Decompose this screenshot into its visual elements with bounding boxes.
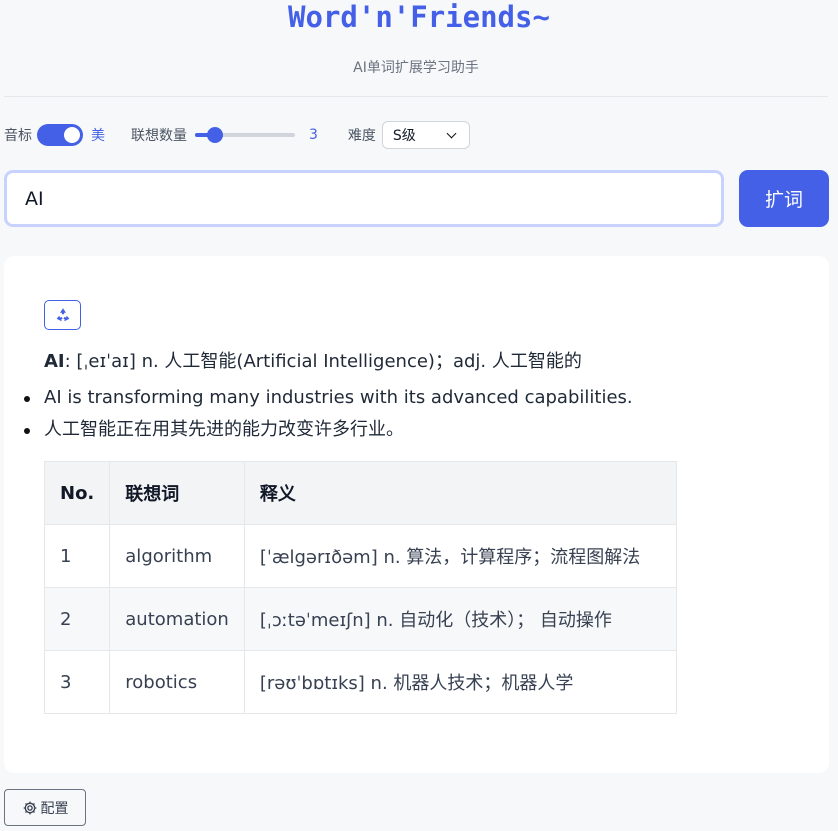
- cell-meaning: [ˌɔːtəˈmeɪʃn] n. 自动化（技术）； 自动操作: [243, 587, 677, 651]
- table-header-row: No. 联想词 释义: [43, 461, 677, 525]
- cell-word: algorithm: [109, 524, 245, 588]
- column-header-word: 联想词: [109, 461, 245, 525]
- result-card: AI: [ˌeɪˈaɪ] n. 人工智能(Artificial Intellig…: [4, 256, 829, 773]
- gear-icon: [23, 801, 36, 814]
- example-sentence-en: AI is transforming many industries with …: [4, 382, 633, 414]
- table-row: 1 algorithm [ˈælgərɪðəm] n. 算法，计算程序；流程图解…: [43, 524, 677, 588]
- cell-meaning: [ˈælgərɪðəm] n. 算法，计算程序；流程图解法: [243, 524, 677, 588]
- recycle-icon: [56, 308, 69, 322]
- cell-no: 3: [43, 650, 111, 714]
- refresh-button[interactable]: [44, 300, 81, 330]
- definition-text: : [ˌeɪˈaɪ] n. 人工智能(Artificial Intelligen…: [64, 351, 582, 372]
- cell-word: robotics: [109, 650, 245, 714]
- phonetic-label: 音标: [4, 128, 32, 144]
- count-label: 联想数量: [131, 128, 187, 144]
- difficulty-value: S级: [392, 128, 416, 144]
- example-sentence-zh: 人工智能正在用其先进的能力改变许多行业。: [4, 414, 633, 446]
- slider-thumb[interactable]: [207, 127, 223, 143]
- config-button[interactable]: 配置: [4, 789, 86, 826]
- cell-no: 1: [43, 524, 111, 588]
- controls-bar: 音标 美 联想数量 3 难度 S级: [4, 120, 470, 150]
- app-subtitle: AI单词扩展学习助手: [353, 60, 479, 76]
- phonetic-toggle[interactable]: [37, 124, 83, 146]
- difficulty-label: 难度: [347, 128, 376, 144]
- related-words-table: No. 联想词 释义 1 algorithm [ˈælgərɪðəm] n. 算…: [43, 461, 677, 714]
- headword: AI: [44, 351, 65, 372]
- difficulty-select[interactable]: S级: [381, 121, 470, 149]
- config-label: 配置: [40, 800, 69, 817]
- phonetic-option-label: 美: [91, 128, 105, 144]
- expand-button[interactable]: 扩词: [739, 170, 829, 227]
- chevron-down-icon: [446, 128, 457, 138]
- word-definition: AI: [ˌeɪˈaɪ] n. 人工智能(Artificial Intellig…: [44, 350, 582, 374]
- header-divider: [4, 96, 828, 97]
- toggle-knob: [64, 127, 80, 143]
- cell-word: automation: [109, 587, 245, 651]
- column-header-meaning: 释义: [243, 461, 677, 525]
- word-input[interactable]: [4, 170, 724, 227]
- cell-meaning: [rəʊˈbɒtɪks] n. 机器人技术；机器人学: [243, 650, 677, 714]
- column-header-no: No.: [43, 461, 111, 525]
- app-title: Word'n'Friends~: [288, 0, 550, 34]
- table-row: 3 robotics [rəʊˈbɒtɪks] n. 机器人技术；机器人学: [43, 650, 677, 714]
- examples-list: AI is transforming many industries with …: [4, 382, 633, 446]
- count-slider[interactable]: [195, 127, 295, 143]
- table-row: 2 automation [ˌɔːtəˈmeɪʃn] n. 自动化（技术）； 自…: [43, 587, 677, 651]
- cell-no: 2: [43, 587, 111, 651]
- count-value: 3: [309, 127, 318, 143]
